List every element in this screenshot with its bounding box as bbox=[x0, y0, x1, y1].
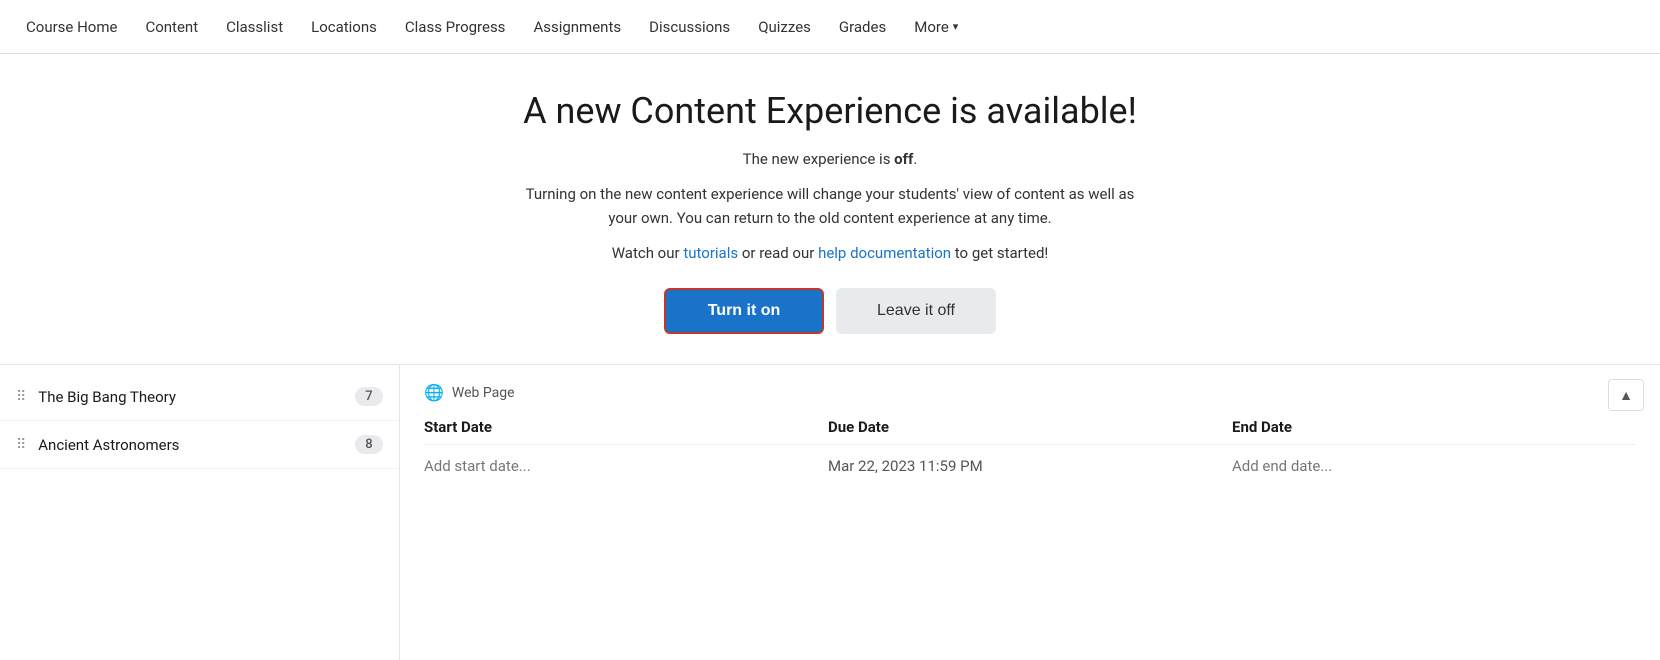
banner-description: Turning on the new content experience wi… bbox=[510, 182, 1150, 230]
nav-classlist[interactable]: Classlist bbox=[212, 0, 297, 54]
tutorials-link[interactable]: tutorials bbox=[683, 244, 738, 262]
nav-assignments[interactable]: Assignments bbox=[519, 0, 635, 54]
nav-more[interactable]: More ▾ bbox=[900, 0, 972, 54]
start-date-header: Start Date bbox=[424, 418, 828, 436]
nav-discussions[interactable]: Discussions bbox=[635, 0, 744, 54]
nav-locations[interactable]: Locations bbox=[297, 0, 391, 54]
content-panel: ▲ 🌐 Web Page Start Date Due Date End Dat… bbox=[400, 365, 1660, 660]
drag-handle-icon: ⠿ bbox=[16, 437, 26, 453]
status-line: The new experience is off. bbox=[20, 150, 1640, 168]
date-values-row: Add start date... Mar 22, 2023 11:59 PM … bbox=[424, 457, 1636, 475]
drag-handle-icon: ⠿ bbox=[16, 389, 26, 405]
web-page-row: 🌐 Web Page bbox=[424, 383, 1636, 402]
web-page-label: Web Page bbox=[452, 385, 515, 401]
nav-course-home[interactable]: Course Home bbox=[12, 0, 131, 54]
leave-off-button[interactable]: Leave it off bbox=[836, 288, 996, 334]
due-date-header: Due Date bbox=[828, 418, 1232, 436]
globe-icon: 🌐 bbox=[424, 383, 444, 402]
sidebar-item-count: 8 bbox=[355, 435, 383, 454]
nav-grades[interactable]: Grades bbox=[825, 0, 900, 54]
collapse-button[interactable]: ▲ bbox=[1608, 379, 1644, 411]
new-experience-banner: A new Content Experience is available! T… bbox=[0, 54, 1660, 365]
end-date-value[interactable]: Add end date... bbox=[1232, 457, 1636, 475]
sidebar-item-title: Ancient Astronomers bbox=[38, 436, 355, 454]
status-value: off bbox=[894, 150, 913, 168]
nav-content[interactable]: Content bbox=[131, 0, 212, 54]
date-headers-row: Start Date Due Date End Date bbox=[424, 418, 1636, 445]
action-buttons: Turn it on Leave it off bbox=[20, 288, 1640, 334]
page-wrapper: A new Content Experience is available! T… bbox=[0, 54, 1660, 660]
chevron-down-icon: ▾ bbox=[953, 20, 959, 33]
links-line: Watch our tutorials or read our help doc… bbox=[20, 244, 1640, 262]
sidebar-item-title: The Big Bang Theory bbox=[38, 388, 355, 406]
nav-class-progress[interactable]: Class Progress bbox=[391, 0, 520, 54]
sidebar-item-count: 7 bbox=[355, 387, 383, 406]
turn-on-button[interactable]: Turn it on bbox=[664, 288, 824, 334]
due-date-value[interactable]: Mar 22, 2023 11:59 PM bbox=[828, 457, 1232, 475]
course-sidebar: ⠿ The Big Bang Theory 7 ⠿ Ancient Astron… bbox=[0, 365, 400, 660]
nav-quizzes[interactable]: Quizzes bbox=[744, 0, 825, 54]
banner-heading: A new Content Experience is available! bbox=[20, 90, 1640, 132]
top-navigation: Course Home Content Classlist Locations … bbox=[0, 0, 1660, 54]
list-item[interactable]: ⠿ Ancient Astronomers 8 bbox=[0, 421, 399, 469]
end-date-header: End Date bbox=[1232, 418, 1636, 436]
help-documentation-link[interactable]: help documentation bbox=[818, 244, 951, 262]
list-item[interactable]: ⠿ The Big Bang Theory 7 bbox=[0, 373, 399, 421]
bottom-area: ⠿ The Big Bang Theory 7 ⠿ Ancient Astron… bbox=[0, 365, 1660, 660]
start-date-value[interactable]: Add start date... bbox=[424, 457, 828, 475]
